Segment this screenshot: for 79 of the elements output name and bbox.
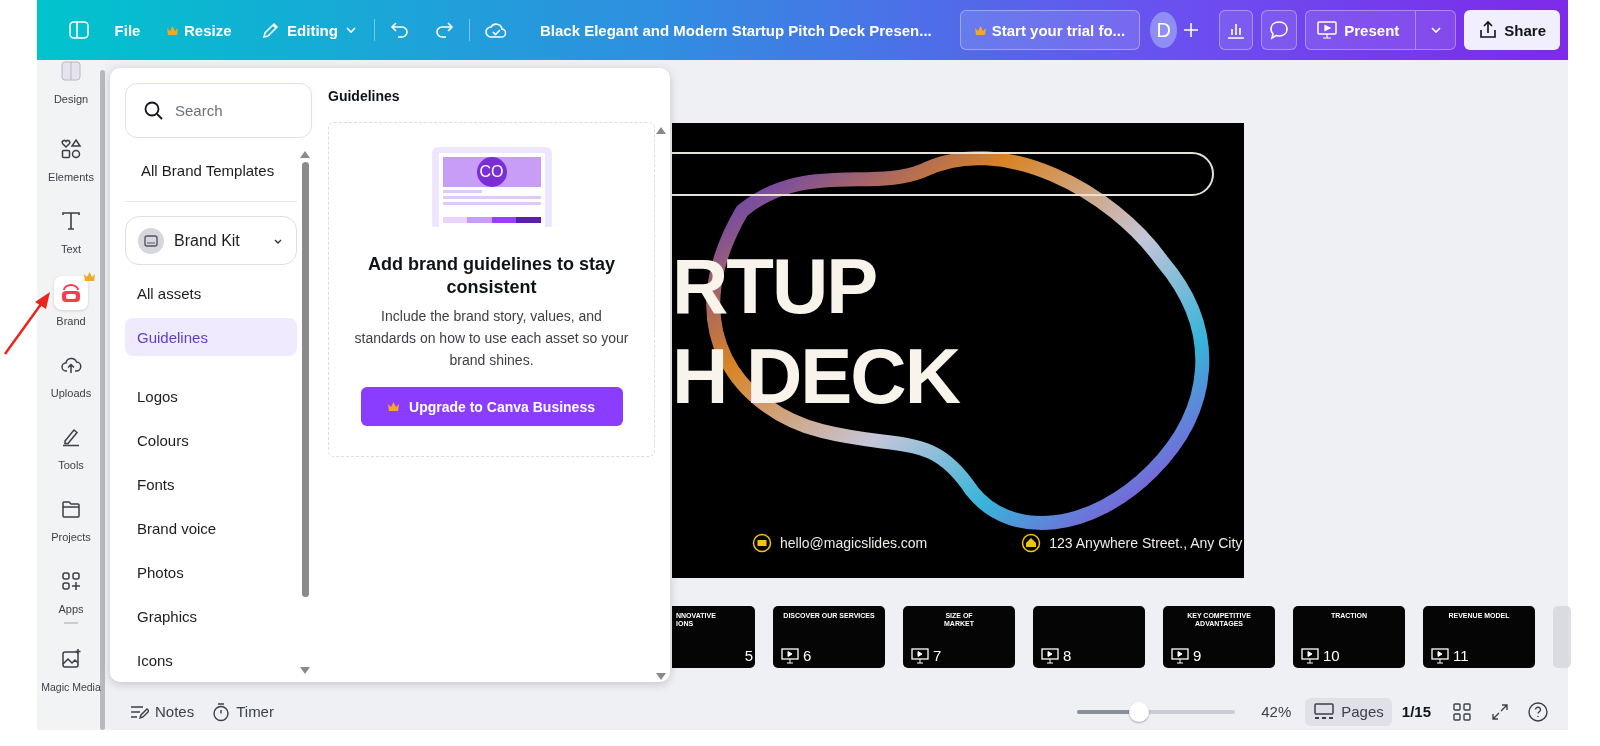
nav-item[interactable]: Colours [125, 421, 297, 459]
layout-icon [60, 60, 82, 82]
mail-icon [752, 533, 772, 553]
empty-state-description: Include the brand story, values, and standards on how to use each asset so your brand shines. [353, 307, 630, 370]
upgrade-button[interactable]: Upgrade to Canva Business [360, 387, 623, 426]
brand-templates-link[interactable]: All Brand Templates [125, 138, 312, 185]
crown-icon [388, 402, 400, 411]
document-title[interactable]: Black Elegant and Modern Startup Pitch Deck Presen... [539, 21, 932, 39]
scroll-down-icon[interactable] [300, 667, 310, 675]
home-icon [1021, 533, 1042, 553]
image-sparkle-icon [60, 648, 82, 670]
sidebar-item[interactable]: Apps [41, 558, 101, 630]
search-field[interactable]: Search [125, 83, 312, 138]
brand-kit-dropdown[interactable]: Brand Kit [125, 216, 297, 265]
nav-item[interactable]: Logos [125, 377, 297, 415]
page-number: 9 [1193, 647, 1202, 664]
page-number: 11 [1453, 647, 1469, 664]
nav-item[interactable]: Fonts [125, 465, 297, 503]
sidebar-item[interactable]: Design [41, 60, 101, 126]
presentation-icon [1171, 647, 1189, 664]
presentation-icon [911, 647, 929, 664]
shapes-icon [60, 138, 82, 160]
scroll-down-icon[interactable] [656, 673, 666, 681]
pages-button[interactable]: Pages [1305, 697, 1392, 726]
email-text: hello@magicslides.com [780, 535, 928, 551]
slide-thumbnail[interactable] [1553, 606, 1571, 668]
pen-icon [60, 426, 82, 448]
brand-icon [60, 283, 82, 303]
sidebar-item[interactable]: Text [41, 198, 101, 270]
page-number: 10 [1323, 647, 1340, 664]
page-number: 8 [1063, 647, 1072, 664]
notes-button[interactable]: Notes [125, 698, 199, 725]
presentation-icon [1431, 647, 1449, 664]
search-input[interactable]: Search [175, 90, 294, 131]
nav-item[interactable]: Guidelines [125, 318, 297, 356]
crown-icon [974, 25, 986, 35]
bar-chart-icon[interactable] [1219, 10, 1254, 50]
arrow-annotation [2, 290, 52, 356]
slide-thumbnail[interactable]: 8 [1033, 606, 1145, 668]
scroll-up-icon[interactable] [656, 126, 666, 134]
sidebar-item[interactable]: Projects [41, 486, 101, 558]
scrollbar[interactable] [300, 150, 310, 675]
sidebar-item[interactable]: Brand [41, 270, 101, 342]
share-icon [1478, 20, 1499, 40]
page-counter: 1/15 [1401, 703, 1431, 720]
folder-icon [60, 498, 82, 520]
timer-button[interactable]: Timer [208, 697, 278, 726]
comment-icon[interactable] [1261, 10, 1298, 50]
sidebar-item[interactable]: Elements [41, 126, 101, 198]
trial-button[interactable]: Start your trial fo... [959, 10, 1141, 50]
sidebar-item[interactable]: Uploads [41, 342, 101, 414]
nav-item[interactable]: Brand voice [125, 509, 297, 547]
page-number: 6 [803, 647, 812, 664]
search-icon [143, 99, 165, 122]
brand-kit-icon [138, 227, 164, 254]
stopwatch-icon [212, 701, 231, 722]
sidebar-item[interactable]: Magic Media [37, 636, 105, 696]
slide-title: H DECK [672, 331, 959, 421]
text-icon [60, 210, 82, 232]
nav-item[interactable]: Graphics [125, 597, 297, 635]
page-number: 5 [744, 647, 753, 664]
nav-item[interactable]: Photos [125, 553, 297, 591]
presentation-icon [1316, 20, 1339, 40]
page-number: 7 [933, 647, 942, 664]
zoom-percentage: 42% [1261, 703, 1292, 720]
empty-state-title: Add brand guidelines to stay consistent [367, 253, 616, 299]
scroll-up-icon[interactable] [300, 150, 310, 158]
presentation-icon [781, 647, 799, 664]
nav-item[interactable]: All assets [125, 274, 297, 312]
presentation-icon [1041, 647, 1059, 664]
nav-item[interactable]: Icons [125, 641, 297, 679]
address-text: 123 Anywhere Street., Any City [1049, 535, 1243, 551]
apps-icon [60, 570, 82, 592]
presentation-icon [1301, 647, 1319, 664]
pages-icon [1313, 701, 1336, 722]
sidebar-item[interactable]: Tools [41, 414, 101, 486]
brand-guidelines-illustration: CO [431, 147, 552, 227]
panel-heading: Guidelines [328, 88, 401, 104]
share-button[interactable]: Share [1464, 10, 1560, 50]
